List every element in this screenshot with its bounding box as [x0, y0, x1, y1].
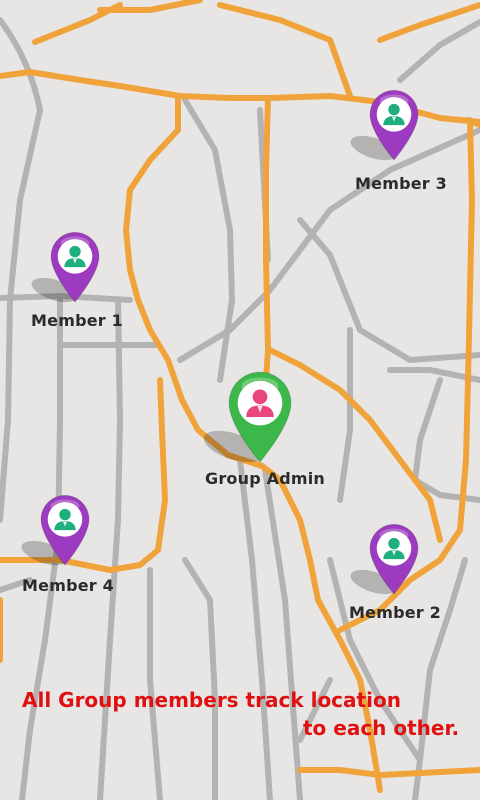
- marker-group-admin[interactable]: [200, 371, 292, 468]
- marker-member-2[interactable]: [348, 523, 419, 599]
- map-view[interactable]: Member 3 Member 1 Group Admin Member 4 M…: [0, 0, 480, 800]
- marker-label-group-admin: Group Admin: [204, 469, 326, 488]
- caption-line-2: to each other.: [303, 716, 460, 740]
- marker-label-member-1: Member 1: [31, 311, 123, 330]
- marker-label-member-4: Member 4: [22, 576, 114, 595]
- street-map[interactable]: [0, 0, 480, 800]
- marker-label-member-2: Member 2: [349, 603, 441, 622]
- caption-line-1: All Group members track location: [22, 688, 401, 712]
- marker-label-member-3: Member 3: [355, 174, 447, 193]
